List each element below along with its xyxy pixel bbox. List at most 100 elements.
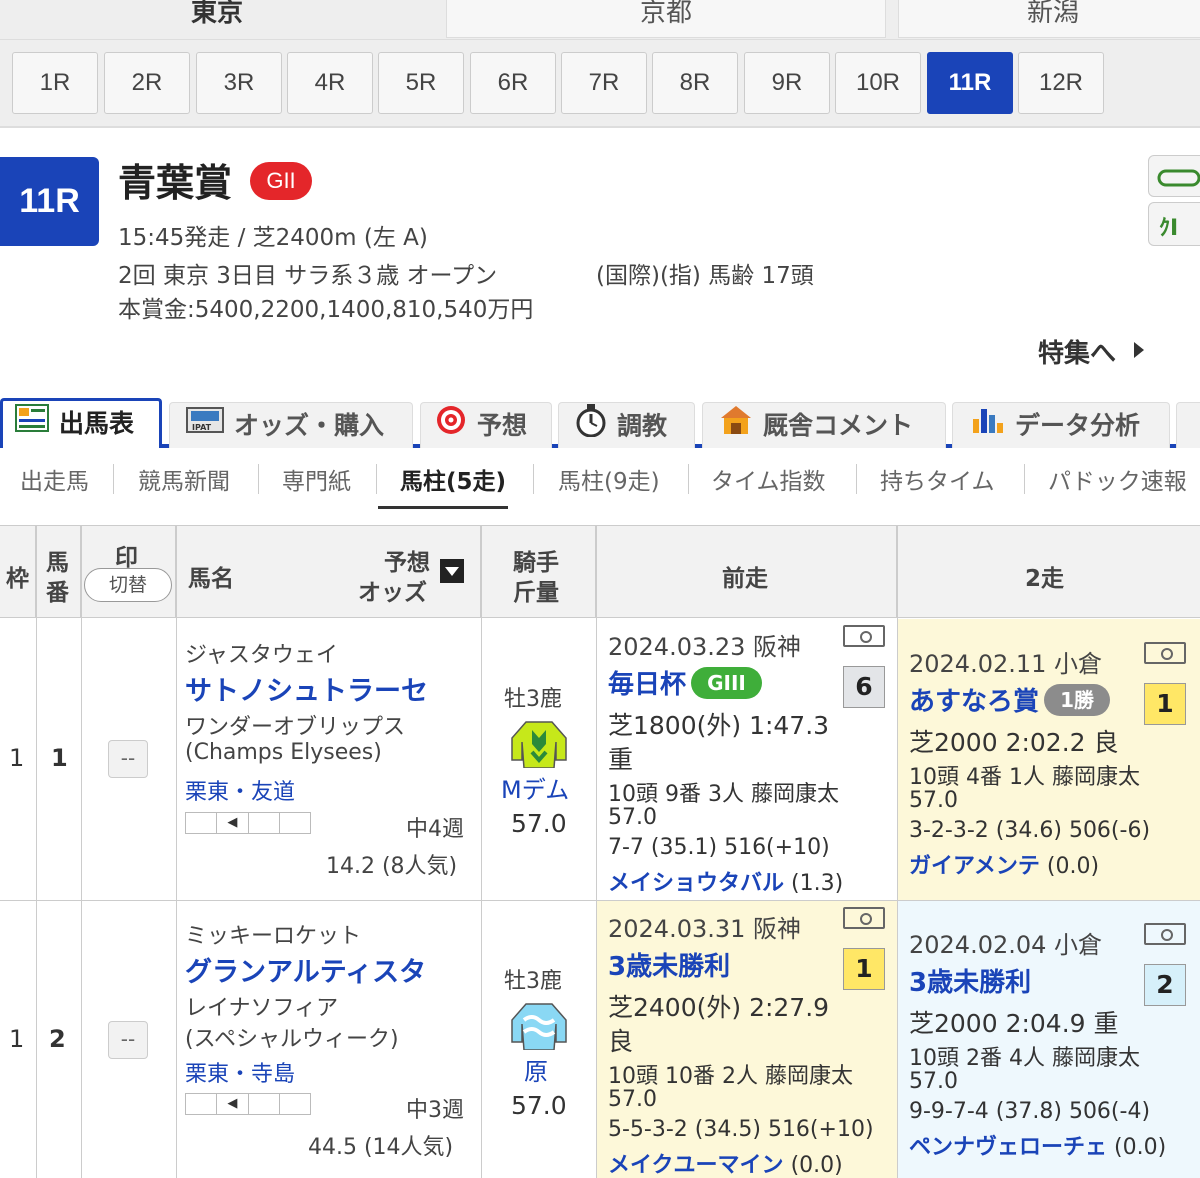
subtab-past9[interactable]: 馬柱(9走) [558, 462, 660, 496]
tab-data-analysis[interactable]: データ分析 [952, 402, 1170, 448]
jra-link-button[interactable]: ｸI [1148, 202, 1200, 246]
prev2-race-name[interactable]: 3歳未勝利 [909, 962, 1031, 999]
prev1-race-name[interactable]: 毎日杯 GIII [608, 664, 762, 701]
race-button-12[interactable]: 12R [1018, 52, 1104, 114]
trainer-link[interactable]: 栗東・友道 [185, 774, 295, 806]
prev2-field-detail: 10頭 4番 1人 藤岡康太 [909, 765, 1140, 790]
subtab-entries[interactable]: 出走馬 [20, 462, 89, 496]
prev2-rival[interactable]: ガイアメンテ (0.0) [909, 848, 1099, 880]
tab-odds[interactable]: IPAT オッズ・購入 [169, 402, 413, 448]
ipat-icon: IPAT [186, 404, 224, 450]
silks-icon [510, 998, 568, 1054]
trainer-link[interactable]: 栗東・寺島 [185, 1056, 295, 1088]
tab-race-card[interactable]: 出馬表 [0, 398, 162, 448]
prev1-weight: 57.0 [608, 1087, 657, 1112]
svg-text:ｸI: ｸI [1159, 216, 1178, 241]
main-tabs: 出馬表 IPAT オッズ・購入 予想 調教 厩舎コメント データ分析 [0, 398, 1200, 448]
divider [533, 464, 534, 494]
predicted-odds: 14.2 (8人気) [326, 854, 458, 879]
header-umaban: 馬番 [36, 526, 81, 618]
prev1-track-condition: 良 [608, 1027, 634, 1056]
prev2-race-name[interactable]: あすなろ賞 1勝 [909, 681, 1111, 718]
course-map-button[interactable] [1148, 155, 1200, 197]
race-button-9[interactable]: 9R [744, 52, 830, 114]
horse-number: 2 [49, 1025, 66, 1053]
horse-name[interactable]: グランアルティスタ [185, 950, 426, 989]
stable-icon [719, 404, 753, 451]
damsire-name: (Champs Elysees) [185, 740, 382, 765]
rest-interval: 中4週 [406, 817, 464, 842]
prev1-finish-position: 6 [843, 666, 885, 708]
subtab-newspaper[interactable]: 競馬新聞 [138, 462, 230, 496]
mark-selector[interactable]: -- [108, 740, 148, 778]
divider [688, 464, 689, 494]
race-prize: 本賞金:5400,2200,1400,810,540万円 [118, 297, 534, 323]
video-icon[interactable] [1144, 642, 1186, 664]
subtab-paddock[interactable]: パドック速報 [1048, 462, 1187, 496]
feature-link[interactable]: 特集へ [1038, 333, 1116, 370]
race-button-6[interactable]: 6R [470, 52, 556, 114]
predicted-odds: 44.5 (14人気) [308, 1135, 454, 1160]
class-badge: 1勝 [1044, 683, 1111, 716]
header-prev1: 前走 [596, 526, 897, 618]
horse-name[interactable]: サトノシュトラーセ [185, 669, 428, 708]
dam-name: ワンダーオブリップス [185, 715, 406, 740]
target-icon [435, 404, 467, 451]
race-button-2[interactable]: 2R [104, 52, 190, 114]
race-button-7[interactable]: 7R [561, 52, 647, 114]
sort-dropdown-icon[interactable] [440, 559, 464, 583]
venue-tab-tokyo[interactable]: 東京 [0, 0, 434, 38]
race-button-3[interactable]: 3R [196, 52, 282, 114]
prev1-course-time: 芝2400(外) 2:27.9 [608, 993, 830, 1022]
prev2-rival[interactable]: ペンナヴェローチェ (0.0) [909, 1129, 1166, 1161]
jockey-link[interactable]: Mデム [501, 770, 569, 805]
prev1-date-venue: 2024.03.31 阪神 [608, 915, 802, 943]
venue-tab-kyoto[interactable]: 京都 [446, 0, 886, 38]
mark-toggle-button[interactable]: 切替 [84, 568, 172, 602]
carried-weight: 57.0 [511, 809, 567, 838]
header-prev2: 2走 [897, 526, 1200, 618]
subtab-best-time[interactable]: 持ちタイム [880, 462, 995, 496]
prev1-rival[interactable]: メイクユーマイン (0.0) [608, 1147, 843, 1178]
course-map-icon [1157, 169, 1200, 187]
video-icon[interactable] [1144, 923, 1186, 945]
header-horse: 馬名 予想 オッズ [176, 526, 481, 618]
race-button-11[interactable]: 11R [927, 52, 1013, 114]
tab-stable-comment[interactable]: 厩舎コメント [702, 402, 946, 448]
tab-more[interactable] [1176, 402, 1200, 448]
subtab-past5[interactable]: 馬柱(5走) [400, 462, 506, 496]
prev2-date-venue: 2024.02.11 小倉 [909, 650, 1103, 678]
prev2-course-time: 芝2000 2:04.9 重 [909, 1009, 1119, 1038]
tab-training[interactable]: 調教 [558, 402, 695, 448]
grade-badge: GIII [691, 666, 762, 699]
prev1-course-time: 芝1800(外) 1:47.3 [608, 711, 830, 740]
subtab-time-index[interactable]: タイム指数 [711, 462, 826, 496]
race-name: 青葉賞 [118, 161, 233, 205]
race-button-10[interactable]: 10R [835, 52, 921, 114]
mark-selector[interactable]: -- [108, 1021, 148, 1059]
waku-number: 1 [9, 744, 25, 772]
race-button-5[interactable]: 5R [378, 52, 464, 114]
prev2-date-venue: 2024.02.04 小倉 [909, 931, 1103, 959]
race-conditions: 2回 東京 3日目 サラ系３歳 オープン [118, 263, 498, 289]
video-icon[interactable] [843, 625, 885, 647]
prev1-race-name[interactable]: 3歳未勝利 [608, 946, 730, 983]
rest-interval: 中3週 [406, 1098, 464, 1123]
race-entry-info: (国際)(指) 馬齢 17頭 [596, 263, 814, 289]
position-mini-chart: ◀ [185, 812, 311, 834]
race-button-1[interactable]: 1R [12, 52, 98, 114]
prev2-finish-position: 1 [1144, 683, 1186, 725]
subtab-expert-paper[interactable]: 専門紙 [282, 462, 351, 496]
horse-number: 1 [51, 744, 68, 772]
race-button-8[interactable]: 8R [652, 52, 738, 114]
prev2-course-time: 芝2000 2:02.2 良 [909, 728, 1119, 757]
video-icon[interactable] [843, 907, 885, 929]
jockey-link[interactable]: 原 [524, 1052, 548, 1087]
tab-prediction[interactable]: 予想 [420, 402, 552, 448]
venue-tab-niigata[interactable]: 新潟 [898, 0, 1200, 38]
race-button-4[interactable]: 4R [287, 52, 373, 114]
prev1-rival[interactable]: メイショウタバル (1.3) [608, 865, 843, 897]
prev1-date-venue: 2024.03.23 阪神 [608, 633, 802, 661]
sire-name: ミッキーロケット [185, 924, 362, 949]
subtab-active-underline [378, 506, 508, 509]
